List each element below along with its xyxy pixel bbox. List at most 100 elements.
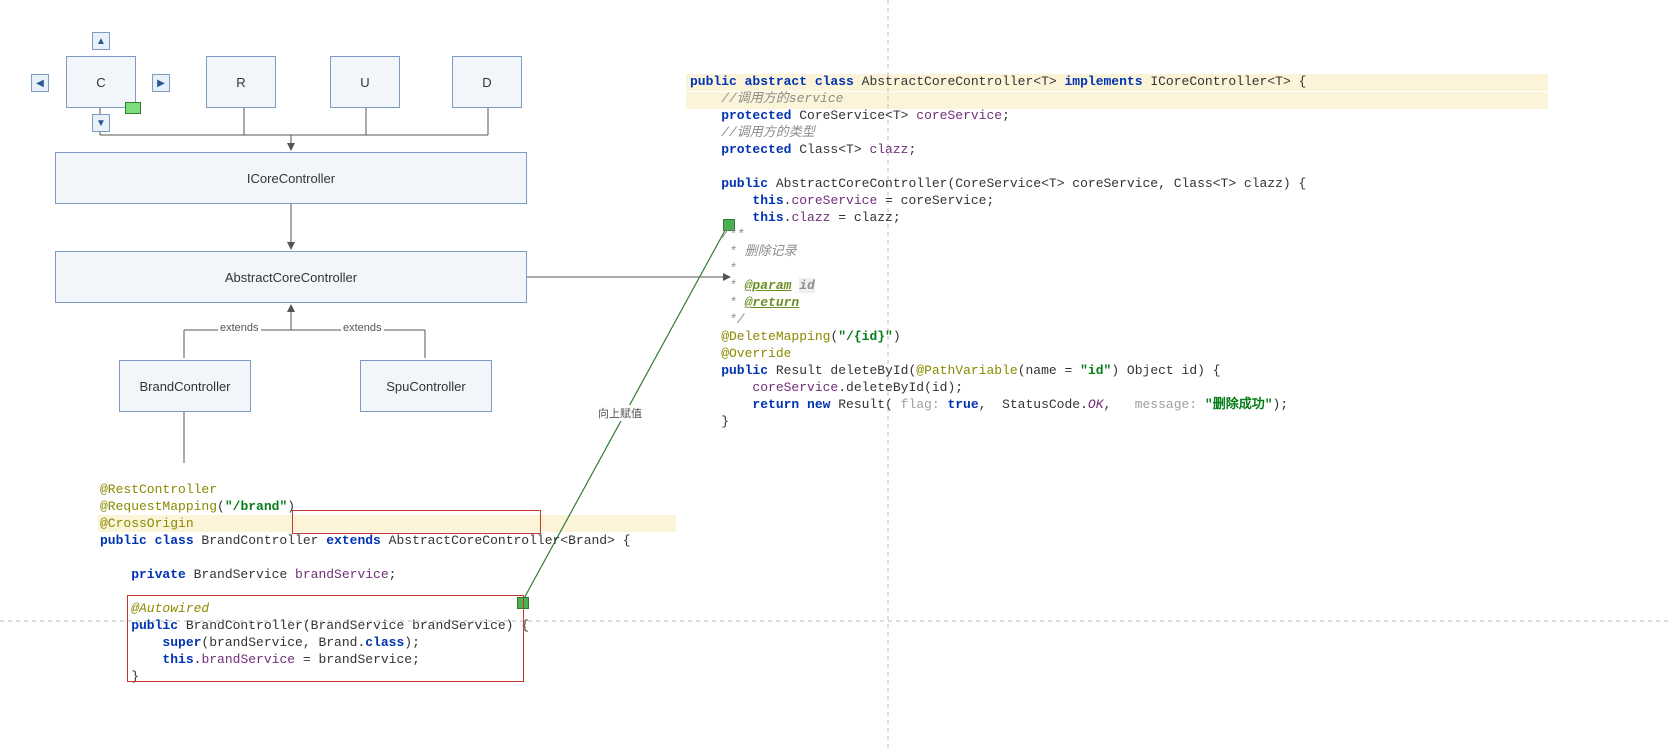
cr-l17a: public — [690, 363, 776, 378]
cr-l19e: , StatusCode. — [979, 397, 1088, 412]
cr-l3b: CoreService< — [799, 108, 893, 123]
edge-extends-left: extends — [218, 322, 261, 334]
box-spucontroller[interactable]: SpuController — [360, 360, 492, 412]
cl-l5a: private — [100, 567, 194, 582]
cr-l17c: @PathVariable — [916, 363, 1017, 378]
label-spucontroller: SpuController — [386, 379, 466, 394]
label-brandcontroller: BrandController — [139, 379, 230, 394]
box-brandcontroller[interactable]: BrandController — [119, 360, 251, 412]
cr-l5e: clazz — [869, 142, 908, 157]
cl-l5d: ; — [389, 567, 397, 582]
cr-l1b: AbstractCoreController< — [862, 74, 1041, 89]
box-abstractcorecontroller[interactable]: AbstractCoreController — [55, 251, 527, 303]
cr-l19h: message: — [1127, 397, 1205, 412]
label-icorecontroller: ICoreController — [247, 171, 335, 186]
cr-l9: /** — [690, 227, 745, 242]
cl-l4d: AbstractCoreController<Brand> — [389, 533, 615, 548]
label-abstractcorecontroller: AbstractCoreController — [225, 270, 357, 285]
cr-l6d: > coreService, Class< — [1057, 176, 1221, 191]
cr-l13a: * — [690, 295, 745, 310]
cr-l6c: T — [1049, 176, 1057, 191]
cr-l1g: T — [1275, 74, 1283, 89]
cr-l12d: id — [799, 278, 815, 293]
label-u: U — [360, 75, 369, 90]
redbox-constructor — [127, 595, 524, 682]
cr-l11: * — [690, 261, 737, 276]
cr-l10: * 删除记录 — [690, 244, 797, 259]
cr-l2: //调用方的service — [690, 91, 843, 106]
cr-l18b: coreService — [752, 380, 838, 395]
nav-down-icon[interactable]: ▼ — [92, 114, 110, 132]
cr-l17d: (name = — [1018, 363, 1080, 378]
nav-up-icon[interactable]: ▲ — [92, 32, 110, 50]
cr-l14: */ — [690, 312, 745, 327]
cr-l3c: T — [893, 108, 901, 123]
edge-extends-right: extends — [341, 322, 384, 334]
cr-l15a: @DeleteMapping — [690, 329, 830, 344]
cl-l5b: BrandService — [194, 567, 295, 582]
cr-l17b: Result deleteById( — [776, 363, 916, 378]
redbox-extends — [292, 510, 541, 534]
cr-l19i: "删除成功" — [1205, 397, 1273, 412]
cr-l4: //调用方的类型 — [690, 125, 815, 140]
cl-l3: @CrossOrigin — [100, 516, 194, 531]
box-r[interactable]: R — [206, 56, 276, 108]
cl-l4a: public class — [100, 533, 201, 548]
box-icorecontroller[interactable]: ICoreController — [55, 152, 527, 204]
cr-l15d: ) — [893, 329, 901, 344]
cr-l1c: T — [1041, 74, 1049, 89]
label-r: R — [236, 75, 245, 90]
cr-l6a: public — [690, 176, 776, 191]
cl-l2b: ( — [217, 499, 225, 514]
cr-l8a: this — [690, 210, 784, 225]
box-c[interactable]: C — [66, 56, 136, 108]
cr-l3d: > — [901, 108, 917, 123]
cr-l19c: flag: — [893, 397, 948, 412]
code-right: public abstract class AbstractCoreContro… — [690, 56, 1306, 430]
cl-l2a: @RequestMapping — [100, 499, 217, 514]
cr-l12a: * — [690, 278, 745, 293]
cr-l7c: coreService — [791, 193, 885, 208]
stage: { "diagram": { "boxes": { "C": "C", "R":… — [0, 0, 1670, 748]
cr-l3e: coreService — [916, 108, 1002, 123]
resize-handle-icon[interactable] — [125, 102, 141, 114]
cr-l6f: > clazz) { — [1228, 176, 1306, 191]
cr-l19f: OK — [1088, 397, 1104, 412]
cr-l5f: ; — [908, 142, 916, 157]
cr-l6b: AbstractCoreController(CoreService< — [776, 176, 1049, 191]
cr-l3a: protected — [690, 108, 799, 123]
cr-l5b: Class< — [799, 142, 846, 157]
label-c: C — [96, 75, 105, 90]
cr-l19d: true — [947, 397, 978, 412]
cl-l5c: brandService — [295, 567, 389, 582]
cr-l1d: > — [1049, 74, 1065, 89]
nav-right-icon[interactable]: ▶ — [152, 74, 170, 92]
cr-l8c: clazz — [791, 210, 838, 225]
cr-l17e: "id" — [1080, 363, 1111, 378]
cr-l12b: @param — [745, 278, 792, 293]
cr-l18a — [690, 380, 752, 395]
cr-l19b: Result( — [838, 397, 893, 412]
label-d: D — [482, 75, 491, 90]
nav-left-icon[interactable]: ◀ — [31, 74, 49, 92]
cr-l19j: ); — [1273, 397, 1289, 412]
cl-l2c: "/brand" — [225, 499, 287, 514]
box-d[interactable]: D — [452, 56, 522, 108]
cr-l19g: , — [1104, 397, 1127, 412]
box-u[interactable]: U — [330, 56, 400, 108]
edge-up-value: 向上赋值 — [596, 405, 644, 421]
cr-l15c: "/{id}" — [838, 329, 893, 344]
cl-l1: @RestController — [100, 482, 217, 497]
cr-l5d: > — [854, 142, 870, 157]
cr-l16: @Override — [690, 346, 791, 361]
cr-l1h: > { — [1283, 74, 1306, 89]
cr-l13b: @return — [745, 295, 800, 310]
cr-l3f: ; — [1002, 108, 1010, 123]
cr-l1e: implements — [1065, 74, 1151, 89]
cr-l5c: T — [846, 142, 854, 157]
cr-l18c: .deleteById(id); — [838, 380, 963, 395]
cr-l5a: protected — [690, 142, 799, 157]
cr-l8d: = clazz; — [838, 210, 900, 225]
cr-l7d: = coreService; — [885, 193, 994, 208]
cr-l1a: public abstract class — [690, 74, 862, 89]
